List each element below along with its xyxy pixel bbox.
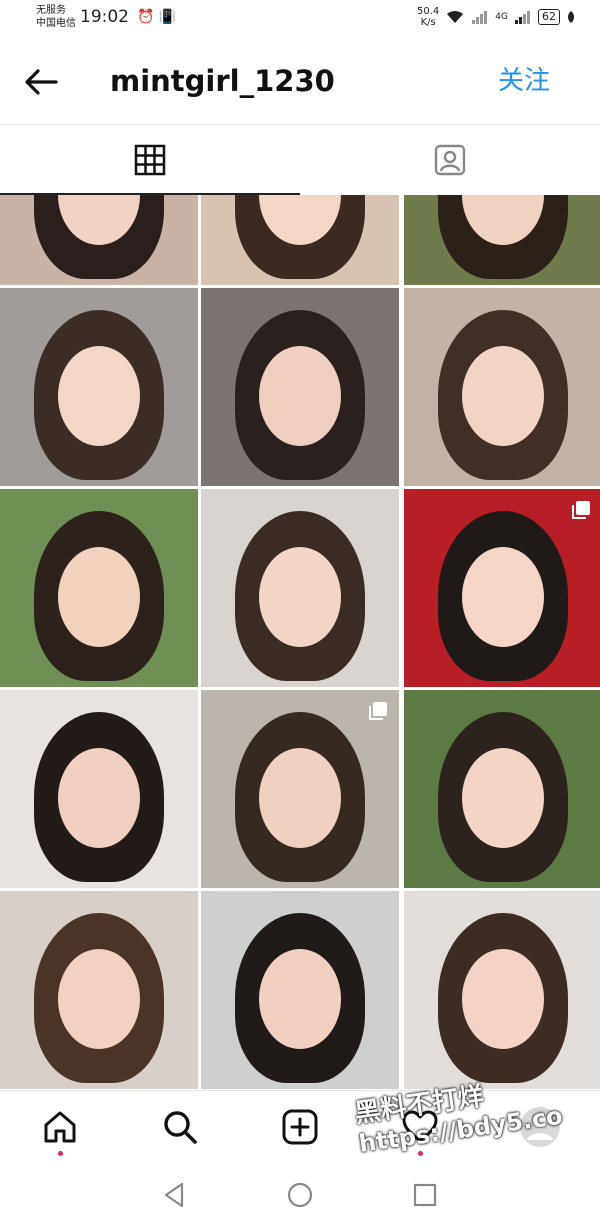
post-thumbnail[interactable] — [404, 489, 600, 687]
status-left: 无服务 中国电信 19:02 ⏰ 📳 — [36, 4, 176, 30]
posts-grid — [0, 195, 600, 1090]
signal-icon — [472, 11, 488, 24]
post-thumbnail[interactable] — [201, 891, 399, 1089]
circle-home-icon — [287, 1182, 313, 1208]
post-thumbnail[interactable] — [201, 690, 399, 888]
system-navigation-bar — [0, 1166, 600, 1224]
leaf-icon — [568, 11, 574, 23]
post-thumbnail[interactable] — [404, 195, 600, 285]
tagged-person-icon — [434, 144, 466, 176]
multiple-photos-icon — [572, 501, 590, 519]
post-thumbnail[interactable] — [0, 489, 198, 687]
photo-face-shape — [259, 748, 341, 848]
post-thumbnail[interactable] — [404, 891, 600, 1089]
photo-face-shape — [58, 547, 140, 647]
system-back-button[interactable] — [160, 1180, 190, 1210]
photo-face-shape — [58, 346, 140, 446]
profile-username: mintgirl_1230 — [110, 64, 335, 98]
photo-face-shape — [462, 748, 544, 848]
post-thumbnail[interactable] — [201, 195, 399, 285]
home-icon — [44, 1111, 76, 1143]
activity-notification-dot — [418, 1151, 423, 1156]
profile-header: mintgirl_1230 关注 — [0, 40, 600, 124]
profile-tabs — [0, 124, 600, 195]
system-recents-button[interactable] — [410, 1180, 440, 1210]
multiple-photos-icon — [369, 702, 387, 720]
status-time: 19:02 — [80, 7, 129, 27]
triangle-back-icon — [164, 1182, 184, 1208]
grid-icon — [134, 144, 166, 176]
search-icon — [164, 1111, 197, 1144]
nav-search[interactable] — [158, 1105, 202, 1149]
signal-icon-2 — [515, 11, 530, 24]
status-right: 50.4 K/s 4G 62 — [417, 6, 576, 28]
photo-face-shape — [259, 547, 341, 647]
post-thumbnail[interactable] — [201, 288, 399, 486]
post-thumbnail[interactable] — [0, 891, 198, 1089]
post-thumbnail[interactable] — [0, 288, 198, 486]
network-type-label: 4G — [495, 12, 508, 22]
square-recents-icon — [413, 1183, 437, 1207]
back-button[interactable] — [20, 62, 64, 102]
wifi-icon — [447, 10, 464, 23]
post-thumbnail[interactable] — [404, 288, 600, 486]
net-speed-unit: K/s — [420, 17, 436, 28]
home-notification-dot — [58, 1151, 63, 1156]
photo-face-shape — [259, 949, 341, 1049]
carrier-line1: 无服务 — [36, 5, 66, 16]
photo-face-shape — [259, 346, 341, 446]
photo-face-shape — [58, 748, 140, 848]
system-home-button[interactable] — [285, 1180, 315, 1210]
post-thumbnail[interactable] — [404, 690, 600, 888]
carrier-info: 无服务 中国电信 — [36, 4, 76, 30]
battery-indicator: 62 — [538, 9, 560, 25]
follow-button[interactable]: 关注 — [498, 62, 550, 100]
post-thumbnail[interactable] — [201, 489, 399, 687]
tab-tagged[interactable] — [300, 125, 600, 195]
net-speed: 50.4 K/s — [417, 6, 439, 28]
net-speed-value: 50.4 — [417, 6, 440, 17]
carrier-line2: 中国电信 — [36, 18, 76, 29]
nav-home[interactable] — [38, 1105, 82, 1149]
photo-face-shape — [462, 346, 544, 446]
photo-face-shape — [58, 949, 140, 1049]
new-post-icon — [282, 1109, 318, 1145]
status-bar: 无服务 中国电信 19:02 ⏰ 📳 50.4 K/s 4G 62 — [0, 0, 600, 40]
post-thumbnail[interactable] — [0, 195, 198, 285]
post-thumbnail[interactable] — [0, 690, 198, 888]
photo-face-shape — [462, 547, 544, 647]
tab-posts-grid[interactable] — [0, 125, 300, 195]
back-arrow-icon — [25, 69, 58, 95]
photo-face-shape — [462, 949, 544, 1049]
nav-new-post[interactable] — [278, 1105, 322, 1149]
alarm-vibrate-icons: ⏰ 📳 — [137, 9, 177, 25]
